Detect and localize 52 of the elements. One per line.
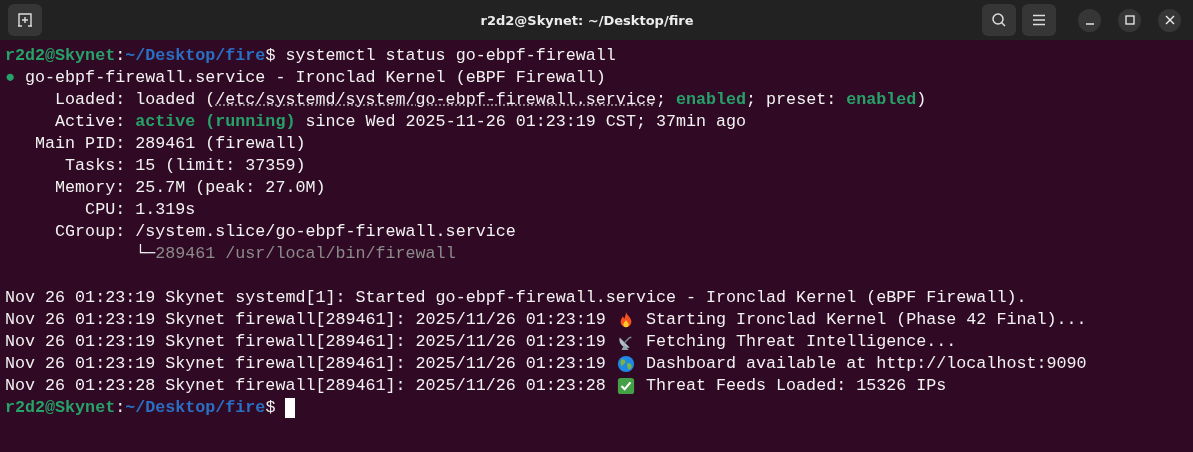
- check-icon: [616, 377, 635, 395]
- terminal-text: ; preset:: [746, 89, 838, 111]
- terminal-text: ;: [655, 89, 667, 111]
- new-tab-button[interactable]: [8, 4, 42, 36]
- terminal-text: Nov 26 01:23:19 Skynet systemd[1]: Started go-ebpf-firewall.service - Ironclad Kernel (eBPF Firewall).: [5, 287, 1027, 309]
- prompt-path: ~/Desktop/fire: [125, 397, 266, 419]
- menu-icon: [1032, 14, 1046, 26]
- terminal-text: go-ebpf-firewall.service - Ironclad Kernel (eBPF Firewall): [24, 67, 606, 89]
- window-title: r2d2@Skynet: ~/Desktop/fire: [479, 12, 695, 28]
- terminal-text: Nov 26 01:23:19 Skynet firewall[289461]: 2025/11/26 01:23:19: [5, 309, 607, 331]
- terminal-text: Nov 26 01:23:19 Skynet firewall[289461]: 2025/11/26 01:23:19: [5, 331, 607, 353]
- terminal-text: Dashboard available at http://localhost:9090: [644, 353, 1087, 375]
- terminal-text: CGroup: /system.slice/go-ebpf-firewall.service: [54, 221, 516, 243]
- close-button[interactable]: [1158, 8, 1181, 32]
- terminal-text: since Wed 2025-11-26 01:23:19 CST; 37min ago: [304, 111, 747, 133]
- terminal-text: Main PID: 289461 (firewall): [34, 133, 306, 155]
- search-icon: [991, 12, 1007, 28]
- terminal-text: Fetching Threat Intelligence...: [644, 331, 957, 353]
- minimize-icon: [1084, 23, 1095, 25]
- status-dot: ●: [5, 67, 15, 89]
- terminal-text: Memory: 25.7M (peak: 27.0M): [54, 177, 326, 199]
- maximize-button[interactable]: [1118, 8, 1141, 32]
- new-tab-icon: [17, 12, 33, 28]
- terminal-text: └─: [134, 243, 156, 265]
- menu-button[interactable]: [1022, 4, 1056, 36]
- terminal-text: :: [115, 397, 126, 419]
- text-cursor: [285, 398, 296, 418]
- terminal-text: Threat Feeds Loaded: 15326 IPs: [644, 375, 947, 397]
- terminal-text: ): [916, 89, 927, 111]
- minimize-button[interactable]: [1078, 8, 1101, 32]
- terminal-text: Loaded: loaded (: [54, 89, 216, 111]
- status-text: enabled: [675, 89, 747, 111]
- globe-icon: [616, 355, 635, 373]
- process-text: 289461 /usr/local/bin/firewall: [155, 243, 456, 265]
- maximize-icon: [1124, 15, 1135, 25]
- terminal-text: Tasks: 15 (limit: 37359): [64, 155, 306, 177]
- file-path-link[interactable]: /etc/systemd/system/go-ebpf-firewall.service: [215, 89, 656, 111]
- terminal-text: $: [265, 397, 277, 419]
- terminal-text: Nov 26 01:23:19 Skynet firewall[289461]: 2025/11/26 01:23:19: [5, 353, 607, 375]
- terminal-text: Active:: [54, 111, 127, 133]
- prompt-path: ~/Desktop/fire: [125, 45, 266, 67]
- terminal-text: Starting Ironclad Kernel (Phase 42 Final)...: [644, 309, 1087, 331]
- close-icon: [1164, 15, 1175, 25]
- terminal-text: CPU: 1.319s: [84, 199, 196, 221]
- terminal-text: $ systemctl status go-ebpf-firewall: [265, 45, 616, 67]
- status-text: enabled: [846, 89, 917, 111]
- terminal-text: Nov 26 01:23:28 Skynet firewall[289461]: 2025/11/26 01:23:28: [5, 375, 607, 397]
- prompt-user: r2d2@Skynet: [5, 397, 116, 419]
- status-text: active (running): [135, 111, 296, 133]
- prompt-user: r2d2@Skynet: [5, 45, 116, 67]
- terminal-text: :: [115, 45, 126, 67]
- search-button[interactable]: [982, 4, 1016, 36]
